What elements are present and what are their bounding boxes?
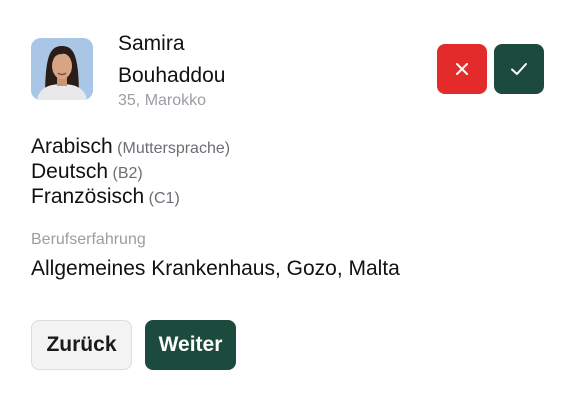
candidate-card: Samira Bouhaddou 35, Marokko Arabisch (M… [0,0,567,400]
first-name: Samira [118,32,185,55]
language-list: Arabisch (Muttersprache) Deutsch (B2) Fr… [31,134,230,209]
accept-button[interactable] [494,44,544,94]
next-button[interactable]: Weiter [145,320,236,370]
check-icon [511,63,527,75]
language-name: Französisch [31,185,145,208]
avatar-photo [31,38,93,100]
language-level: (Muttersprache) [117,140,231,157]
close-icon [456,63,468,75]
experience-value: Allgemeines Krankenhaus, Gozo, Malta [31,257,400,280]
back-button[interactable]: Zurück [31,320,132,370]
language-level: (B2) [112,165,143,182]
candidate-name: Samira Bouhaddou [118,28,225,92]
language-item: Deutsch (B2) [31,159,230,184]
language-item: Arabisch (Muttersprache) [31,134,230,159]
language-name: Arabisch [31,135,113,158]
experience-label: Berufserfahrung [31,231,146,248]
avatar [31,38,93,100]
language-name: Deutsch [31,160,109,183]
last-name: Bouhaddou [118,64,226,87]
candidate-details: 35, Marokko [118,92,207,109]
language-level: (C1) [148,190,180,207]
reject-button[interactable] [437,44,487,94]
language-item: Französisch (C1) [31,184,230,209]
